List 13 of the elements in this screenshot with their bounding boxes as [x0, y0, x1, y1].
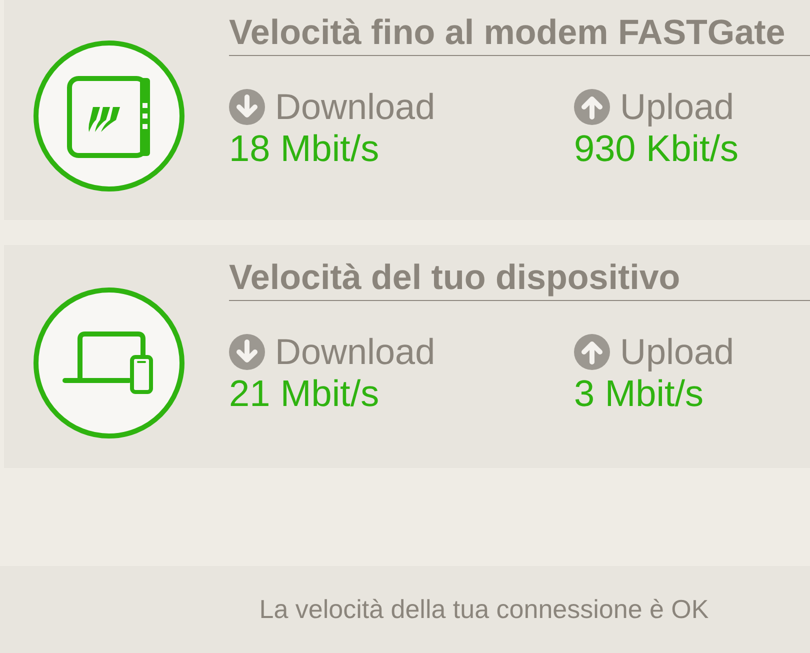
metric-label: Upload — [620, 88, 734, 126]
card-title: Velocità fino al modem FASTGate — [229, 13, 786, 52]
metric-label: Upload — [620, 333, 734, 371]
metric-label: Download — [275, 88, 436, 126]
card-title: Velocità del tuo dispositivo — [229, 258, 680, 297]
metric-label: Download — [275, 333, 436, 371]
speed-value: 930 Kbit/s — [574, 127, 739, 171]
status-message: La velocità della tua connessione è OK — [259, 594, 709, 625]
speed-value: 18 Mbit/s — [229, 127, 380, 171]
speed-value: 3 Mbit/s — [574, 372, 704, 416]
speed-value: 21 Mbit/s — [229, 372, 380, 416]
laptop-phone-icon — [33, 286, 185, 438]
modem-icon — [33, 40, 185, 192]
